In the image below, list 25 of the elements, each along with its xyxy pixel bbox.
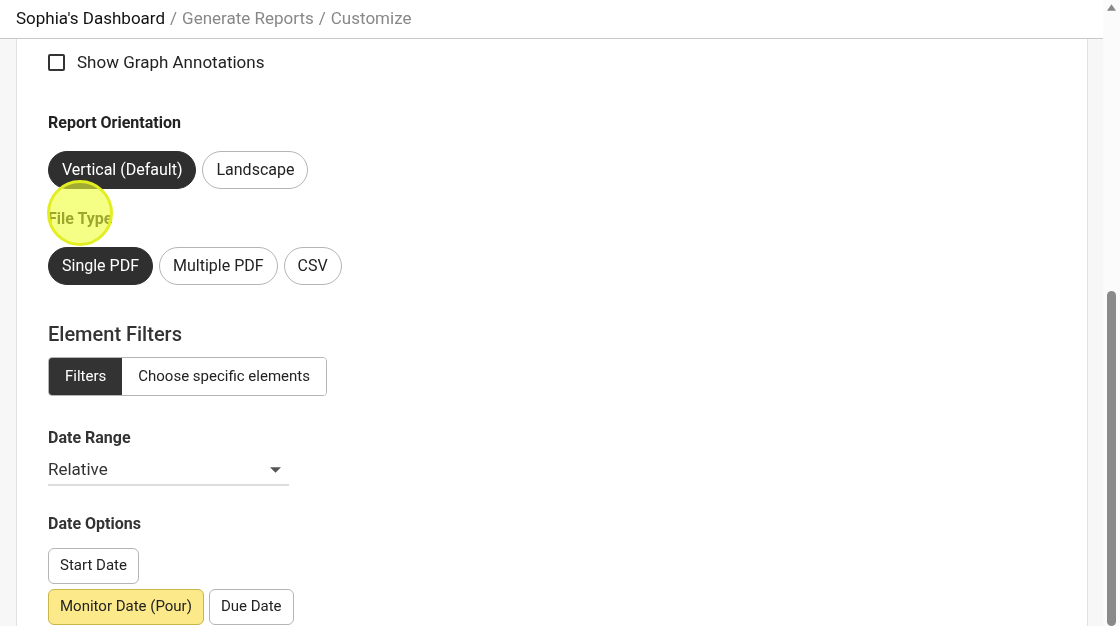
scrollbar-thumb[interactable] (1107, 291, 1116, 626)
checkbox-label: Show Graph Annotations (77, 51, 265, 74)
date-option-chip[interactable]: Start Date (48, 547, 139, 584)
date-option-chip[interactable]: Due Date (208, 588, 294, 625)
checkbox[interactable] (48, 54, 65, 72)
date-range-select[interactable]: Relative (48, 455, 289, 486)
scrollbar[interactable] (1103, 0, 1120, 626)
option-pill[interactable]: Multiple PDF (159, 246, 278, 285)
scroll-up-arrow-icon (1107, 4, 1116, 11)
segment-tab[interactable]: Filters (49, 357, 123, 395)
option-pill[interactable]: CSV (283, 246, 342, 285)
breadcrumb-separator: / (318, 7, 326, 31)
dropdown-caret-icon (270, 466, 281, 473)
breadcrumb-separator: / (170, 7, 178, 31)
breadcrumb-link[interactable]: Generate Reports (182, 6, 314, 32)
date-option-chip[interactable]: Monitor Date (Pour) (48, 588, 204, 625)
section-title: Date Range (48, 426, 131, 449)
option-pill[interactable]: Landscape (202, 150, 309, 189)
breadcrumb-link[interactable]: Customize (330, 6, 412, 32)
section-heading: Element Filters (48, 320, 182, 348)
section-title: Report Orientation (48, 111, 181, 134)
option-pill[interactable]: Vertical (Default) (48, 150, 197, 189)
breadcrumb-link[interactable]: Sophia's Dashboard (16, 6, 166, 32)
option-pill[interactable]: Single PDF (48, 246, 153, 285)
section-title: Date Options (48, 512, 141, 535)
